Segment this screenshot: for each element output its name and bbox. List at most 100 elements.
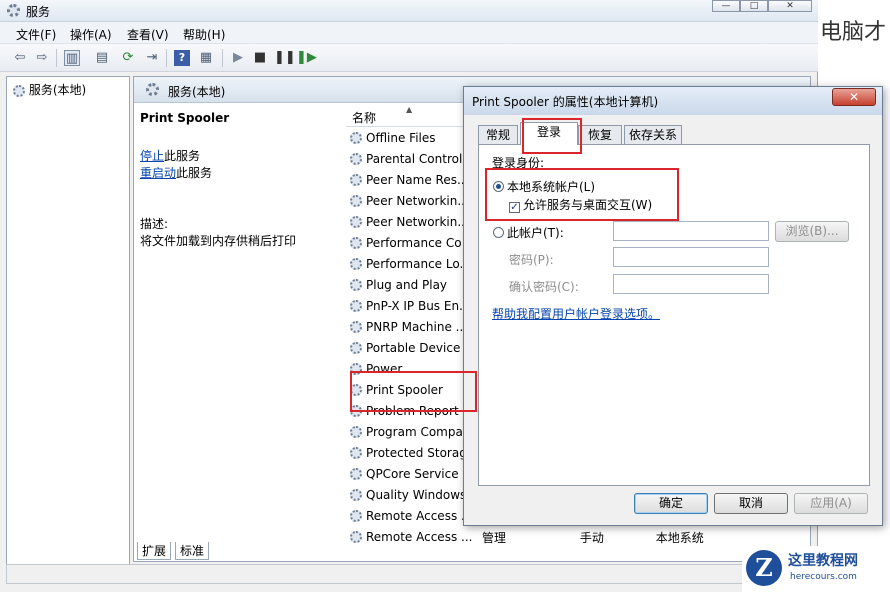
- confirm-password-input[interactable]: [613, 274, 769, 294]
- service-name: Protected Storag: [366, 446, 467, 460]
- service-name: PNRP Machine ...: [366, 320, 468, 334]
- column-header-label: 名称: [352, 111, 377, 125]
- service-name: Program Compa: [366, 425, 463, 439]
- browse-button[interactable]: 浏览(B)...: [775, 221, 849, 242]
- service-name: Offline Files: [366, 131, 436, 145]
- tab-extended[interactable]: 扩展: [137, 542, 172, 560]
- logo-url: herecours.com: [790, 572, 857, 582]
- service-gear-icon: [350, 300, 362, 312]
- highlight-local-system: [485, 168, 679, 221]
- password-input[interactable]: [613, 247, 769, 267]
- description-label: 描述:: [140, 217, 169, 231]
- highlight-logon-tab: [522, 118, 582, 154]
- pause-service-icon[interactable]: ❚❚: [274, 50, 296, 66]
- service-name: Peer Name Res...: [366, 173, 469, 187]
- dialog-close-button[interactable]: ✕: [832, 88, 876, 106]
- search-gear-icon: [146, 83, 159, 96]
- restart-service-link[interactable]: 重启动: [140, 166, 176, 180]
- forward-arrow-icon[interactable]: ⇨: [34, 50, 50, 66]
- tab-dependencies[interactable]: 依存关系: [624, 125, 682, 145]
- restart-suffix: 此服务: [176, 166, 213, 180]
- minimize-button[interactable]: —: [712, 0, 740, 12]
- account-input[interactable]: [613, 221, 769, 241]
- stop-suffix: 此服务: [164, 149, 201, 163]
- password-label: 密码(P):: [509, 253, 554, 267]
- service-gear-icon: [350, 321, 362, 333]
- this-account-label: 此帐户(T):: [507, 226, 564, 240]
- menu-view[interactable]: 查看(V): [127, 26, 169, 43]
- ok-button[interactable]: 确定: [634, 493, 708, 514]
- service-name: Peer Networkin...: [366, 215, 469, 229]
- restart-action: 重启动此服务: [140, 164, 212, 181]
- menu-action[interactable]: 操作(A): [70, 26, 112, 43]
- title-bar: 服务 — □ ✕: [0, 0, 818, 22]
- menu-bar: 文件(F) 操作(A) 查看(V) 帮助(H): [0, 22, 818, 44]
- service-name: PnP-X IP Bus En...: [366, 299, 471, 313]
- row-startup-type: 手动: [579, 531, 604, 545]
- dialog-title: Print Spooler 的属性(本地计算机): [472, 95, 659, 109]
- service-name: Portable Device: [366, 341, 461, 355]
- stop-service-icon[interactable]: ■: [252, 50, 268, 66]
- services-gear-icon: [13, 84, 25, 97]
- restart-service-icon[interactable]: ❚▶: [296, 50, 317, 66]
- service-gear-icon: [350, 153, 362, 165]
- highlight-print-spooler: [350, 371, 477, 412]
- service-gear-icon: [350, 342, 362, 354]
- selected-service-name: Print Spooler: [140, 111, 230, 125]
- service-name: QPCore Service: [366, 467, 459, 481]
- service-gear-icon: [350, 279, 362, 291]
- console-tree-icon[interactable]: ▥: [64, 50, 80, 66]
- services-gear-icon: [7, 4, 20, 17]
- export-list-icon[interactable]: ⇥: [144, 50, 160, 66]
- service-gear-icon: [350, 216, 362, 228]
- service-name: Performance Co: [366, 236, 462, 250]
- dialog-title-bar: Print Spooler 的属性(本地计算机) ✕: [464, 87, 882, 115]
- service-gear-icon: [350, 237, 362, 249]
- logon-help-link[interactable]: 帮助我配置用户帐户登录选项。: [492, 305, 660, 322]
- service-name: Peer Networkin...: [366, 194, 469, 208]
- service-gear-icon: [350, 258, 362, 270]
- menu-file[interactable]: 文件(F): [16, 26, 56, 43]
- confirm-password-label: 确认密码(C):: [509, 280, 579, 294]
- service-name: Performance Lo...: [366, 257, 471, 271]
- show-panel-icon[interactable]: ▦: [198, 50, 214, 66]
- start-service-icon[interactable]: ▶: [230, 50, 246, 66]
- status-bar: [6, 564, 812, 584]
- row-logon-as: 本地系统: [655, 531, 704, 545]
- service-name: Parental Control: [366, 152, 463, 166]
- site-logo: Z 这里教程网 herecours.com: [742, 546, 890, 592]
- service-gear-icon: [350, 174, 362, 186]
- background-watermark-text: 电脑才: [820, 20, 887, 45]
- window-title: 服务: [26, 5, 51, 19]
- refresh-icon[interactable]: ⟳: [120, 50, 136, 66]
- row-description: 管理: [482, 531, 507, 545]
- help-icon[interactable]: ?: [174, 50, 190, 66]
- sort-up-icon: ▲: [406, 105, 413, 114]
- service-gear-icon: [350, 489, 362, 501]
- service-gear-icon: [350, 426, 362, 438]
- tree-item-services-local[interactable]: 服务(本地): [13, 81, 86, 98]
- close-window-button[interactable]: ✕: [768, 0, 812, 12]
- tab-standard[interactable]: 标准: [175, 542, 210, 560]
- last-row-details: 管理 手动 本地系统: [482, 529, 704, 546]
- cancel-button[interactable]: 取消: [714, 493, 788, 514]
- logo-z-icon: Z: [746, 550, 782, 586]
- properties-sheet-icon[interactable]: ▤: [94, 50, 110, 66]
- tab-recovery[interactable]: 恢复: [578, 125, 622, 145]
- service-name: Quality Windows: [366, 488, 467, 502]
- stop-action: 停止此服务: [140, 147, 200, 164]
- service-name: Plug and Play: [366, 278, 448, 292]
- pane-header-title: 服务(本地): [168, 85, 226, 99]
- back-arrow-icon[interactable]: ⇦: [12, 50, 28, 66]
- view-tabs: 扩展 标准: [133, 540, 433, 562]
- radio-empty-icon: [493, 227, 504, 238]
- menu-help[interactable]: 帮助(H): [183, 26, 225, 43]
- apply-button[interactable]: 应用(A): [794, 493, 868, 514]
- tab-general[interactable]: 常规: [478, 125, 518, 145]
- description-text: 将文件加载到内存供稍后打印: [140, 234, 297, 248]
- service-gear-icon: [350, 132, 362, 144]
- maximize-button[interactable]: □: [740, 0, 768, 12]
- this-account-radio[interactable]: 此帐户(T):: [493, 224, 564, 241]
- service-gear-icon: [350, 468, 362, 480]
- stop-service-link[interactable]: 停止: [140, 149, 164, 163]
